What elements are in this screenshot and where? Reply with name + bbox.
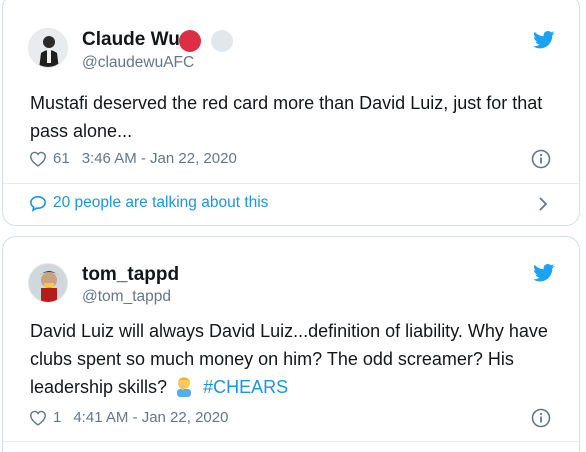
display-name[interactable]: tom_tappd bbox=[82, 264, 179, 286]
tweet-text-segment: leadership skills? bbox=[30, 377, 168, 397]
avatar[interactable] bbox=[28, 28, 68, 68]
conversation-link[interactable]: 20 people are talking about this bbox=[29, 194, 268, 212]
divider bbox=[3, 183, 579, 184]
tweet-text-line: leadership skills? #CHEARS bbox=[30, 373, 560, 401]
like-count[interactable]: 1 bbox=[53, 409, 61, 426]
like-count[interactable]: 61 bbox=[53, 150, 70, 167]
username[interactable]: @tom_tappd bbox=[82, 288, 171, 306]
heart-icon[interactable] bbox=[29, 151, 47, 167]
display-name[interactable]: Claude Wu bbox=[82, 29, 180, 51]
username[interactable]: @claudewuAFC bbox=[82, 54, 194, 72]
tweet-meta: 61 3:46 AM - Jan 22, 2020 bbox=[29, 150, 237, 167]
man-facepalming-emoji bbox=[177, 377, 192, 397]
tweet-card[interactable]: Claude Wu @claudewuAFC Mustafi deserved … bbox=[2, 0, 580, 226]
tweet-text: David Luiz will always David Luiz...defi… bbox=[30, 317, 560, 401]
tweet-text-line: David Luiz will always David Luiz...defi… bbox=[30, 321, 548, 341]
hashtag-link[interactable]: #CHEARS bbox=[203, 377, 288, 397]
twitter-bird-icon[interactable] bbox=[533, 31, 555, 49]
tweet-text-line: clubs spent so much money on him? The od… bbox=[30, 349, 514, 369]
grey-circle-emoji bbox=[211, 30, 233, 52]
speech-bubble-icon bbox=[30, 195, 46, 212]
timestamp[interactable]: 3:46 AM - Jan 22, 2020 bbox=[82, 150, 237, 167]
talking-count-text[interactable]: 20 people are talking about this bbox=[53, 194, 268, 212]
red-circle-emoji bbox=[179, 30, 201, 52]
chevron-right-icon[interactable] bbox=[537, 196, 549, 212]
info-icon[interactable] bbox=[531, 149, 551, 169]
heart-icon[interactable] bbox=[29, 410, 47, 426]
avatar[interactable] bbox=[28, 263, 68, 303]
info-icon[interactable] bbox=[531, 408, 551, 428]
tweet-meta: 1 4:41 AM - Jan 22, 2020 bbox=[29, 409, 228, 426]
twitter-bird-icon[interactable] bbox=[533, 264, 555, 282]
tweet-card[interactable]: tom_tappd @tom_tappd David Luiz will alw… bbox=[2, 236, 580, 452]
tweet-text: Mustafi deserved the red card more than … bbox=[30, 93, 543, 141]
timestamp[interactable]: 4:41 AM - Jan 22, 2020 bbox=[73, 409, 228, 426]
divider bbox=[3, 441, 579, 442]
